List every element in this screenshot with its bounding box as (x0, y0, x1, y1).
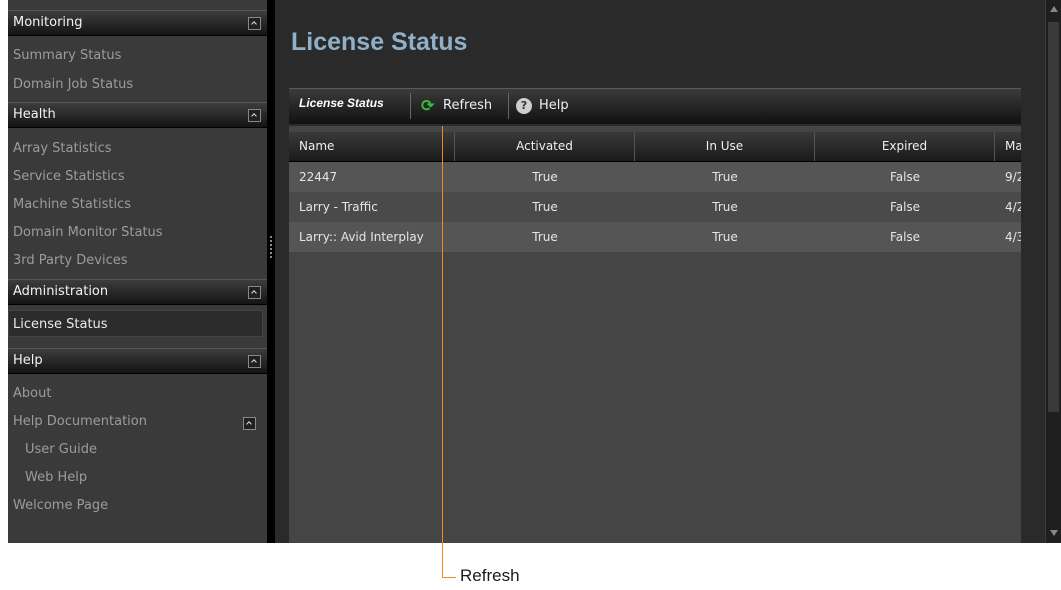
cell-ma: 4/2 (1005, 200, 1021, 214)
section-title: Administration (13, 284, 109, 299)
sidebar-item-web-help[interactable]: Web Help (25, 470, 87, 485)
table-row[interactable]: 22447 True True False 9/2 (289, 162, 1021, 192)
chevron-up-icon[interactable] (248, 17, 261, 30)
sidebar: Monitoring Summary Status Domain Job Sta… (8, 0, 267, 543)
section-header-administration[interactable]: Administration (8, 279, 267, 305)
cell-activated: True (532, 170, 558, 184)
section-title: Health (13, 107, 56, 122)
column-header-in-use[interactable]: In Use (635, 132, 815, 161)
sidebar-item-array-statistics[interactable]: Array Statistics (13, 141, 112, 156)
scrollbar-thumb[interactable] (1048, 22, 1059, 412)
vertical-scrollbar[interactable] (1045, 0, 1061, 543)
callout-line (442, 126, 443, 577)
help-label: Help (539, 98, 569, 113)
toolbar-divider (410, 93, 411, 119)
toolbar-divider (508, 93, 509, 119)
cell-expired: False (889, 200, 921, 214)
cell-ma: 9/2 (1005, 170, 1021, 184)
help-icon: ? (516, 98, 532, 114)
column-header-activated[interactable]: Activated (455, 132, 635, 161)
section-header-monitoring[interactable]: Monitoring (8, 10, 267, 36)
cell-activated: True (532, 200, 558, 214)
chevron-up-icon[interactable] (248, 286, 261, 299)
sidebar-item-user-guide[interactable]: User Guide (25, 442, 97, 457)
sidebar-item-service-statistics[interactable]: Service Statistics (13, 169, 125, 184)
column-header-name[interactable]: Name (289, 132, 455, 161)
chevron-up-icon[interactable] (248, 109, 261, 122)
section-title: Help (13, 353, 43, 368)
cell-name: Larry - Traffic (299, 200, 378, 214)
section-header-help[interactable]: Help (8, 348, 267, 374)
sidebar-item-summary-status[interactable]: Summary Status (13, 48, 121, 63)
section-header-health[interactable]: Health (8, 102, 267, 128)
sidebar-item-machine-statistics[interactable]: Machine Statistics (13, 197, 131, 212)
main-panel: License Status License Status ⟳ Refresh … (275, 0, 1053, 543)
cell-ma: 4/3 (1005, 230, 1021, 244)
scroll-down-icon[interactable] (1050, 530, 1058, 536)
sidebar-item-domain-monitor-status[interactable]: Domain Monitor Status (13, 225, 163, 240)
sidebar-item-domain-job-status[interactable]: Domain Job Status (13, 77, 133, 92)
callout-label: Refresh (460, 566, 520, 585)
cell-in-use: True (712, 230, 738, 244)
cell-expired: False (889, 230, 921, 244)
section-title: Monitoring (13, 15, 83, 30)
cell-name: 22447 (299, 170, 338, 184)
refresh-button[interactable]: ⟳ Refresh (417, 93, 507, 119)
sidebar-item-about[interactable]: About (13, 386, 51, 401)
column-header-expired[interactable]: Expired (815, 132, 995, 161)
sidebar-splitter[interactable] (267, 0, 275, 543)
help-button[interactable]: ? Help (516, 93, 576, 119)
cell-in-use: True (712, 200, 738, 214)
license-table: Name Activated In Use Expired Ma 22447 T… (289, 126, 1021, 543)
cell-activated: True (532, 230, 558, 244)
sidebar-item-license-status[interactable]: License Status (8, 310, 263, 337)
cell-expired: False (889, 170, 921, 184)
splitter-grip-icon[interactable] (270, 236, 272, 258)
table-row[interactable]: Larry - Traffic True True False 4/2 (289, 192, 1021, 222)
cell-name: Larry:: Avid Interplay (299, 230, 424, 244)
tab-license-status[interactable]: License Status (299, 96, 384, 110)
column-header-ma[interactable]: Ma (995, 132, 1021, 161)
sidebar-item-welcome-page[interactable]: Welcome Page (13, 498, 108, 513)
page-title: License Status (291, 28, 468, 56)
table-header: Name Activated In Use Expired Ma (289, 132, 1021, 162)
sidebar-item-help-documentation[interactable]: Help Documentation (13, 414, 147, 429)
chevron-up-icon[interactable] (248, 355, 261, 368)
cell-in-use: True (712, 170, 738, 184)
scroll-up-icon[interactable] (1050, 6, 1058, 12)
sidebar-item-3rd-party-devices[interactable]: 3rd Party Devices (13, 253, 128, 268)
table-row[interactable]: Larry:: Avid Interplay True True False 4… (289, 222, 1021, 252)
app-window: Monitoring Summary Status Domain Job Sta… (8, 0, 1061, 543)
callout-line (442, 577, 456, 578)
refresh-icon: ⟳ (421, 96, 435, 115)
toolbar: License Status ⟳ Refresh ? Help (289, 88, 1021, 124)
chevron-up-icon[interactable] (243, 417, 256, 430)
refresh-label: Refresh (443, 98, 493, 113)
